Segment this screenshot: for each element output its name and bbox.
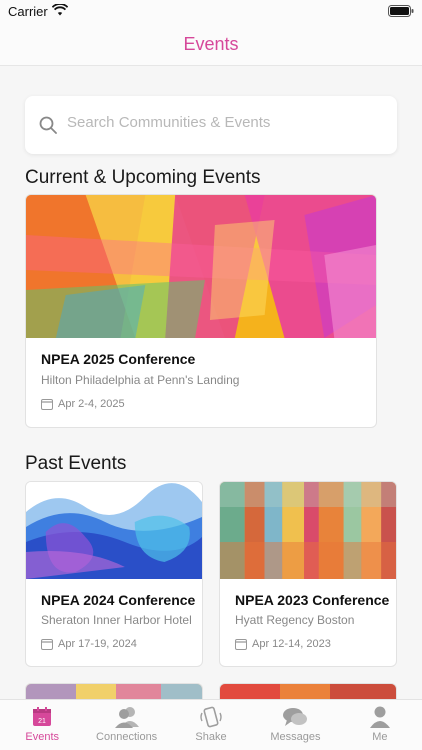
status-bar: Carrier: [0, 0, 422, 22]
search-icon: [39, 116, 57, 134]
event-date: Apr 2-4, 2025: [58, 398, 125, 410]
wifi-icon: [52, 4, 68, 16]
event-date: Apr 17-19, 2024: [58, 638, 137, 650]
navigation-bar: Events: [0, 22, 422, 66]
calendar-icon: [41, 399, 53, 410]
tab-messages[interactable]: Messages: [253, 700, 337, 750]
event-cover-image: [220, 482, 396, 579]
event-cover-image: [26, 195, 376, 338]
event-venue: Hilton Philadelphia at Penn's Landing: [41, 373, 240, 387]
people-icon: [114, 707, 139, 728]
tab-connections[interactable]: Connections: [84, 700, 168, 750]
event-title: NPEA 2023 Conference: [235, 592, 390, 608]
event-date-row: Apr 2-4, 2025: [41, 398, 125, 410]
phone-shake-icon: [200, 706, 222, 728]
person-icon: [369, 706, 390, 728]
past-section-title: Past Events: [25, 453, 127, 474]
tab-label: Events: [25, 731, 60, 743]
tab-events[interactable]: 21 Events: [0, 700, 84, 750]
event-card-past[interactable]: NPEA 2024 Conference Sheraton Inner Harb…: [25, 481, 203, 667]
tab-label: Connections: [96, 731, 158, 743]
event-venue: Sheraton Inner Harbor Hotel: [41, 613, 192, 627]
tab-label: Me: [372, 731, 388, 743]
event-title: NPEA 2025 Conference: [41, 351, 196, 367]
tab-me[interactable]: Me: [338, 700, 422, 750]
tab-shake[interactable]: Shake: [169, 700, 253, 750]
calendar-icon: [41, 639, 53, 650]
battery-icon: [388, 5, 414, 17]
chat-bubbles-icon: [283, 708, 308, 726]
calendar-icon: 21: [33, 707, 52, 726]
page-title: Events: [183, 34, 239, 54]
search-box[interactable]: [25, 96, 397, 154]
event-cover-image: [26, 482, 202, 579]
calendar-icon: [235, 639, 247, 650]
event-date: Apr 12-14, 2023: [252, 638, 331, 650]
tab-label: Shake: [195, 731, 227, 743]
event-date-row: Apr 12-14, 2023: [235, 638, 331, 650]
event-venue: Hyatt Regency Boston: [235, 613, 355, 627]
event-date-row: Apr 17-19, 2024: [41, 638, 137, 650]
event-card-past[interactable]: NPEA 2023 Conference Hyatt Regency Bosto…: [219, 481, 397, 667]
tab-label: Messages: [270, 731, 321, 743]
event-title: NPEA 2024 Conference: [41, 592, 196, 608]
upcoming-section-title: Current & Upcoming Events: [25, 167, 261, 188]
carrier-label: Carrier: [8, 4, 48, 19]
event-card-upcoming[interactable]: NPEA 2025 Conference Hilton Philadelphia…: [25, 194, 377, 428]
search-input[interactable]: [67, 114, 377, 131]
tab-bar: 21 Events Connections Shake Messages Me: [0, 699, 422, 750]
calendar-badge: 21: [38, 718, 46, 725]
